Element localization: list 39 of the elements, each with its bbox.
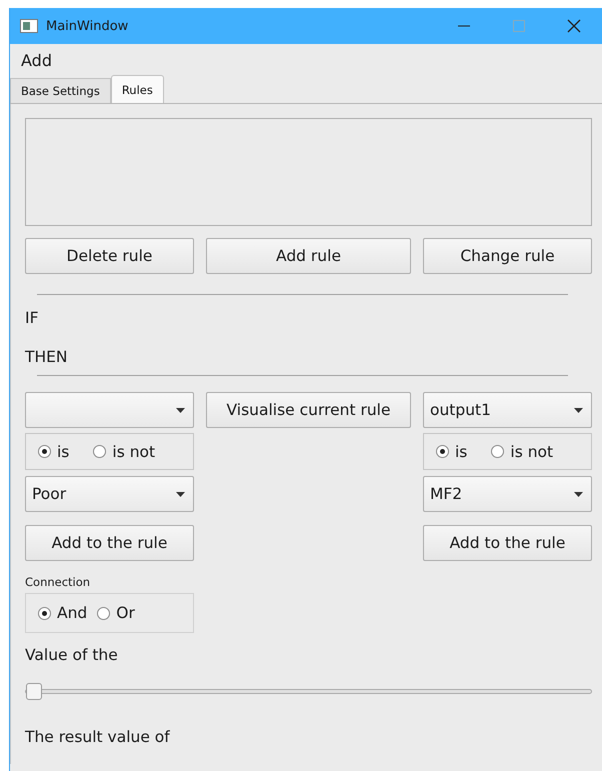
caret-icon — [574, 492, 583, 497]
radio-label: Or — [116, 604, 135, 622]
if-label: IF — [25, 309, 40, 327]
rule-button[interactable]: Add rule — [206, 238, 411, 274]
visualise-button[interactable]: Visualise current rule — [206, 392, 411, 428]
radio-label: is not — [112, 442, 156, 460]
radio-button[interactable]: is — [38, 442, 70, 460]
radio-label: is — [455, 442, 468, 460]
rule-button[interactable]: Change rule — [423, 238, 592, 274]
term-dropdown[interactable]: Poor — [25, 476, 194, 512]
caret-icon — [176, 492, 185, 497]
variable-dropdown[interactable] — [25, 392, 194, 428]
tab[interactable]: Rules — [110, 75, 164, 103]
window-title: MainWindow — [46, 18, 128, 34]
then-label: THEN — [25, 348, 69, 366]
rule-button[interactable]: Delete rule — [25, 238, 194, 274]
add-to-rule-button[interactable]: Add to the rule — [25, 525, 194, 561]
radio-label: is not — [510, 442, 554, 460]
caret-icon — [574, 408, 583, 413]
radio-label: And — [57, 604, 88, 622]
value-label: Value of the — [25, 646, 119, 664]
slider-thumb[interactable] — [26, 682, 42, 700]
radio-button[interactable]: is not — [93, 442, 156, 460]
radio-button[interactable]: And — [38, 604, 88, 622]
rule-list[interactable] — [25, 118, 592, 226]
radio-button[interactable]: Or — [97, 604, 135, 622]
radio-button[interactable]: is not — [491, 442, 554, 460]
close-icon[interactable] — [567, 19, 581, 33]
caret-icon — [176, 408, 185, 413]
radio-label: is — [57, 442, 70, 460]
add-to-rule-button[interactable]: Add to the rule — [423, 525, 592, 561]
connection-label: Connection — [25, 575, 92, 589]
tab[interactable]: Base Settings — [10, 78, 111, 103]
term-dropdown[interactable]: MF2 — [423, 476, 592, 512]
radio-button[interactable]: is — [436, 442, 468, 460]
variable-dropdown[interactable]: output1 — [423, 392, 592, 428]
menu-item[interactable]: Add — [21, 50, 52, 70]
result-label: The result value of — [25, 728, 171, 746]
window-icon — [20, 19, 38, 33]
